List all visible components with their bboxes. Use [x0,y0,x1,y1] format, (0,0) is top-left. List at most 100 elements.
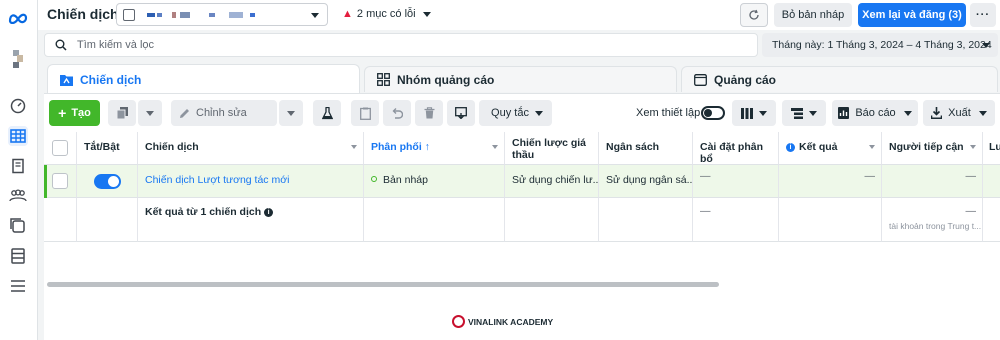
truncated-cell [983,165,1000,198]
results-cell: — [779,165,882,198]
plus-icon: + [58,105,67,121]
chevron-down-icon [422,11,431,17]
columns-button[interactable] [732,100,776,126]
duplicate-icon [116,107,128,119]
meta-logo-icon[interactable] [8,8,28,28]
discard-drafts-button[interactable]: Bỏ bản nháp [774,3,852,27]
pencil-icon [180,108,189,118]
view-setup-toggle[interactable] [701,106,725,120]
column-header-on-off[interactable]: Tắt/Bật [77,132,138,165]
campaign-name-link[interactable]: Chiến dịch Lượt tương tác mới [145,174,289,186]
all-tools-menu-icon[interactable] [8,276,28,296]
rules-dropdown-face[interactable]: Quy tắc [482,100,552,126]
campaign-on-off-toggle[interactable] [94,174,121,189]
info-icon: i [786,143,795,152]
summary-empty-cell [44,198,77,242]
duplicate-button[interactable] [108,100,136,126]
chevron-down-icon [759,110,767,116]
attribution-cell: — [693,165,779,198]
bid-strategy-cell: Sử dụng chiến lư... [505,165,599,198]
vinalink-logo-icon [452,315,465,328]
summary-empty-cell [779,198,882,242]
date-range-picker[interactable]: Tháng này: 1 Tháng 3, 2024 – 4 Tháng 3, … [762,33,998,57]
date-range-label: Tháng này: 1 Tháng 3, 2024 – 4 Tháng 3, … [772,39,992,51]
campaigns-panel: + Tạo Chỉnh sửa Quy tắc Xem thiết lập Bá… [44,93,1000,340]
tab-ad-sets[interactable]: Nhóm quảng cáo [364,66,677,92]
errors-dropdown[interactable]: ▲ 2 mục có lỗi [342,8,431,20]
horizontal-scrollbar[interactable] [47,282,719,287]
grid-icon [377,73,390,86]
tab-campaigns-label: Chiến dịch [80,72,142,87]
review-and-publish-button[interactable]: Xem lại và đăng (3) [858,3,966,27]
search-bar[interactable] [44,33,758,57]
column-header-bid-strategy[interactable]: Chiến lược giá thầu [505,132,599,165]
ad-window-icon [694,73,707,86]
column-header-reach[interactable]: Người tiếp cận [882,132,983,165]
edit-button-label: Chỉnh sửa [196,107,247,119]
refresh-icon [749,9,759,20]
ab-test-button[interactable] [313,100,341,126]
column-header-truncated[interactable]: Lư [983,132,1000,165]
ad-account-selector[interactable] [116,3,328,26]
draft-row-accent [44,165,47,198]
reports-dropdown[interactable]: Báo cáo [832,100,918,126]
delete-button[interactable] [415,100,443,126]
search-input[interactable] [77,37,677,53]
delivery-cell: Bản nháp [364,165,505,198]
search-icon [55,39,67,51]
reports-label: Báo cáo [855,107,896,119]
draft-status-icon [371,176,377,182]
undo-button[interactable] [383,100,411,126]
reach-cell: — [882,165,983,198]
folder-icon [60,73,73,86]
column-header-delivery[interactable]: Phân phối ↑ [364,132,505,165]
create-button[interactable]: + Tạo [49,100,100,126]
create-button-label: Tạo [71,107,91,119]
watermark: VINALINK ACADEMY [452,315,553,328]
column-header-budget[interactable]: Ngân sách [599,132,693,165]
breakdown-button[interactable] [782,100,826,126]
sort-caret-icon [351,145,357,149]
tab-campaigns[interactable]: Chiến dịch [47,64,360,94]
preview-button[interactable] [447,100,475,126]
billing-stack-icon[interactable] [8,246,28,266]
toolbar: + Tạo Chỉnh sửa Quy tắc Xem thiết lập Bá… [44,100,1000,126]
select-all-checkbox[interactable] [52,140,68,156]
info-icon: i [264,208,274,217]
report-doc-button[interactable] [351,100,379,126]
top-bar: Chiến dịch ▲ 2 mục có lỗi Bỏ bản nháp Xe… [38,0,1000,30]
campaign-name-cell: Chiến dịch Lượt tương tác mới [138,165,364,198]
summary-reach-cell: — tài khoản trong Trung t... [882,198,983,242]
summary-label-cell: Kết quả từ 1 chiến dịch i [138,198,364,242]
refresh-button[interactable] [740,3,768,27]
edit-options-button[interactable] [279,100,303,126]
tab-ads-label: Quảng cáo [714,72,777,87]
export-dropdown[interactable]: Xuất [923,100,995,126]
budget-cell: Sử dụng ngân sá... [599,165,693,198]
errors-label: 2 mục có lỗi [356,8,416,20]
edit-button[interactable]: Chỉnh sửa [171,100,277,126]
summary-empty-cell [505,198,599,242]
page-title: Chiến dịch [47,6,119,22]
tab-ads[interactable]: Quảng cáo [681,66,998,92]
view-setup-label: Xem thiết lập [636,107,701,119]
column-header-results[interactable]: i Kết quả [779,132,882,165]
chevron-down-icon [311,13,319,18]
more-options-button[interactable]: ··· [970,3,996,27]
row-toggle-cell [77,165,138,198]
chevron-down-icon [809,110,817,116]
duplicate-options-button[interactable] [138,100,162,126]
dashboard-gauge-icon[interactable] [8,96,28,116]
catalog-icon[interactable] [8,216,28,236]
column-header-attribution[interactable]: Cài đặt phân bổ [693,132,779,165]
pages-icon[interactable] [8,156,28,176]
ads-manager-table-icon[interactable] [8,126,28,146]
audiences-people-icon[interactable] [8,186,28,206]
flask-icon [321,106,333,119]
rules-label: Quy tắc [491,107,529,119]
account-avatar[interactable] [8,50,28,70]
column-header-campaign[interactable]: Chiến dịch [138,132,364,165]
row-checkbox[interactable] [52,173,68,189]
warning-icon: ▲ [342,8,353,20]
summary-empty-cell [983,198,1000,242]
